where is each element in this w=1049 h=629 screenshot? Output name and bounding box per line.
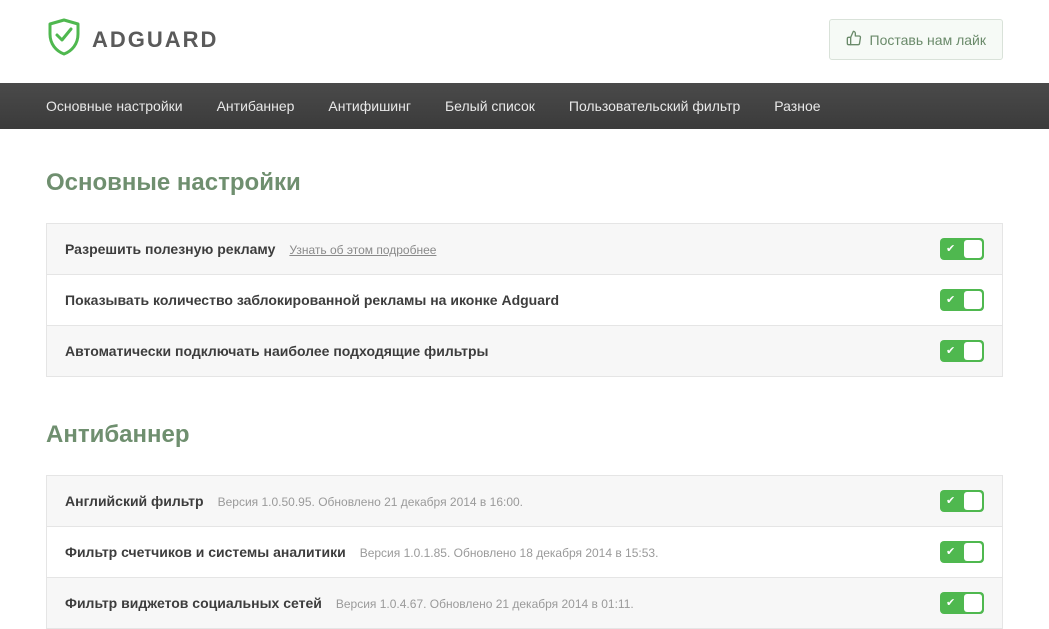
check-icon: ✔ [946,496,955,507]
toggle-knob [964,492,982,510]
row-analytics-filter: Фильтр счетчиков и системы аналитики Вер… [46,527,1003,578]
thumbs-up-icon [846,30,862,49]
row-label: Фильтр виджетов социальных сетей [65,595,322,611]
like-button[interactable]: Поставь нам лайк [829,19,1003,60]
shield-check-icon [46,18,82,61]
toggle-auto-filters[interactable]: ✔ [940,340,984,362]
toggle-analytics-filter[interactable]: ✔ [940,541,984,563]
row-sub: Версия 1.0.50.95. Обновлено 21 декабря 2… [218,495,523,509]
row-label: Разрешить полезную рекламу [65,241,275,257]
toggle-knob [964,594,982,612]
row-sub: Версия 1.0.4.67. Обновлено 21 декабря 20… [336,597,634,611]
nav-whitelist[interactable]: Белый список [445,98,535,114]
nav-misc[interactable]: Разное [774,98,820,114]
antibanner-rows: Английский фильтр Версия 1.0.50.95. Обно… [46,475,1003,629]
header: ADGUARD Поставь нам лайк [0,0,1049,83]
like-button-label: Поставь нам лайк [870,32,986,48]
nav-userfilter[interactable]: Пользовательский фильтр [569,98,740,114]
section-title-antibanner: Антибаннер [46,421,1003,449]
learn-more-link[interactable]: Узнать об этом подробнее [289,243,436,257]
toggle-knob [964,543,982,561]
toggle-knob [964,342,982,360]
check-icon: ✔ [946,598,955,609]
row-show-blocked-count: Показывать количество заблокированной ре… [46,275,1003,326]
row-sub: Версия 1.0.1.85. Обновлено 18 декабря 20… [360,546,659,560]
check-icon: ✔ [946,346,955,357]
toggle-show-blocked-count[interactable]: ✔ [940,289,984,311]
row-label: Фильтр счетчиков и системы аналитики [65,544,346,560]
nav-antiphishing[interactable]: Антифишинг [328,98,411,114]
row-allow-useful-ads: Разрешить полезную рекламу Узнать об это… [46,223,1003,275]
toggle-allow-useful-ads[interactable]: ✔ [940,238,984,260]
row-english-filter: Английский фильтр Версия 1.0.50.95. Обно… [46,475,1003,527]
row-label: Показывать количество заблокированной ре… [65,292,559,308]
nav-general[interactable]: Основные настройки [46,98,183,114]
toggle-english-filter[interactable]: ✔ [940,490,984,512]
general-rows: Разрешить полезную рекламу Узнать об это… [46,223,1003,377]
brand-text: ADGUARD [92,27,218,53]
content: Основные настройки Разрешить полезную ре… [0,129,1049,629]
row-social-filter: Фильтр виджетов социальных сетей Версия … [46,578,1003,629]
toggle-knob [964,291,982,309]
row-label: Английский фильтр [65,493,204,509]
check-icon: ✔ [946,295,955,306]
check-icon: ✔ [946,244,955,255]
check-icon: ✔ [946,547,955,558]
nav-bar: Основные настройки Антибаннер Антифишинг… [0,83,1049,129]
nav-antibanner[interactable]: Антибаннер [217,98,295,114]
logo: ADGUARD [46,18,218,61]
toggle-knob [964,240,982,258]
section-title-general: Основные настройки [46,169,1003,197]
row-label: Автоматически подключать наиболее подход… [65,343,489,359]
row-auto-filters: Автоматически подключать наиболее подход… [46,326,1003,377]
toggle-social-filter[interactable]: ✔ [940,592,984,614]
